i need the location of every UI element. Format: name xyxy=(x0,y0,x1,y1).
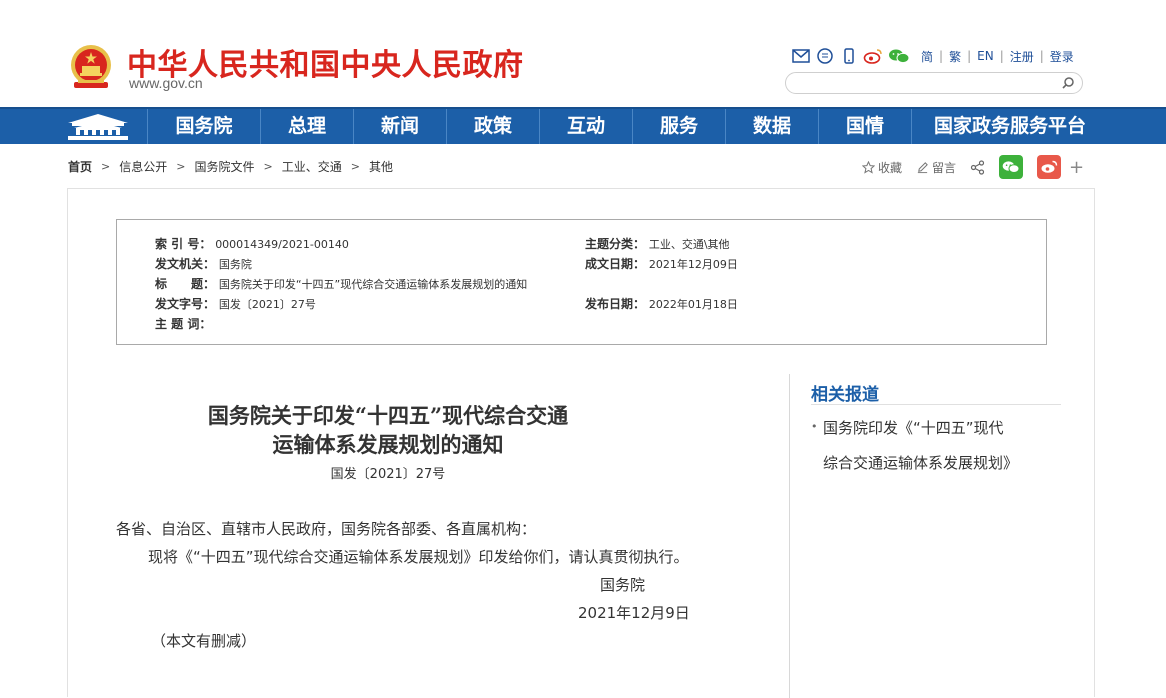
lang-english-link[interactable]: EN xyxy=(971,49,1000,63)
search-input[interactable] xyxy=(796,75,1056,91)
favorite-button[interactable]: 收藏 xyxy=(862,159,902,176)
breadcrumb-info-disclosure[interactable]: 信息公开 xyxy=(119,158,167,175)
article-salutation: 各省、自治区、直辖市人民政府，国务院各部委、各直属机构： xyxy=(116,520,537,538)
article-date: 2021年12月9日 xyxy=(578,604,690,622)
article-title-line2: 运输体系发展规划的通知 xyxy=(272,432,504,457)
search-icon[interactable] xyxy=(1060,75,1076,91)
share-weibo-button[interactable] xyxy=(1037,155,1062,179)
breadcrumb-state-council-docs[interactable]: 国务院文件 xyxy=(194,158,254,175)
meta-issuer-label: 发文机关： xyxy=(155,257,216,271)
pencil-icon xyxy=(917,161,928,173)
nav-item-policy[interactable]: 政策 xyxy=(446,109,539,144)
nav-item-gov-service-platform[interactable]: 国家政务服务平台 xyxy=(911,109,1108,144)
chevron-right-icon: > xyxy=(263,159,273,173)
star-icon xyxy=(862,160,875,174)
share-wechat-button[interactable] xyxy=(999,155,1024,179)
meta-index-label: 索 引 号： xyxy=(155,237,212,251)
meta-pub-date-value: 2022年01月18日 xyxy=(648,298,738,311)
nav-item-data[interactable]: 数据 xyxy=(725,109,818,144)
nav-item-premier[interactable]: 总理 xyxy=(260,109,353,144)
chat-icon[interactable] xyxy=(815,46,835,66)
nav-item-national-info[interactable]: 国情 xyxy=(818,109,911,144)
article-body: 现将《“十四五”现代综合交通运输体系发展规划》印发给你们，请认真贯彻执行。 xyxy=(148,548,689,566)
lang-traditional-link[interactable]: 繁 xyxy=(943,48,967,65)
related-reports-title: 相关报道 xyxy=(811,385,879,405)
meta-date-written-value: 2021年12月09日 xyxy=(648,258,738,271)
article-title-line1: 国务院关于印发“十四五”现代综合交通 xyxy=(207,403,569,428)
favorite-label: 收藏 xyxy=(878,160,903,175)
meta-date-written-label: 成文日期： xyxy=(585,257,646,271)
meta-title-value: 国务院关于印发“十四五”现代综合交通运输体系发展规划的通知 xyxy=(218,278,528,291)
related-report-link[interactable]: 国务院印发《“十四五”现代 综合交通运输体系发展规划》 xyxy=(811,409,1061,481)
mail-icon[interactable] xyxy=(791,46,811,66)
document-metadata-table: 索 引 号： 000014349/2021-00140 主题分类： 工业、交通\… xyxy=(116,219,1047,345)
wechat-icon[interactable] xyxy=(887,46,911,66)
share-button[interactable] xyxy=(970,159,985,175)
breadcrumb-other[interactable]: 其他 xyxy=(369,158,393,175)
search-box xyxy=(785,72,1083,94)
nav-item-state-council[interactable]: 国务院 xyxy=(147,109,260,144)
main-nav: 国务院 总理 新闻 政策 互动 服务 数据 国情 国家政务服务平台 xyxy=(0,107,1166,144)
nav-item-services[interactable]: 服务 xyxy=(632,109,725,144)
page-tools: 收藏 留言 + xyxy=(862,155,1084,179)
meta-category-value: 工业、交通\其他 xyxy=(648,238,730,251)
meta-doc-no-label: 发文字号： xyxy=(155,297,216,311)
login-link[interactable]: 登录 xyxy=(1044,48,1080,65)
article-signature: 国务院 xyxy=(600,576,646,594)
related-title-underline xyxy=(811,404,1061,405)
meta-doc-no-value: 国发〔2021〕27号 xyxy=(218,298,316,311)
chevron-right-icon: > xyxy=(350,159,360,173)
home-gate-icon[interactable] xyxy=(62,111,134,143)
article-note: （本文有删减） xyxy=(151,632,257,650)
meta-keywords-label: 主 题 词： xyxy=(155,317,212,331)
register-link[interactable]: 注册 xyxy=(1004,48,1040,65)
meta-pub-date-label: 发布日期： xyxy=(585,297,646,311)
site-header: 中华人民共和国中央人民政府 www.gov.cn 简 | 繁 | EN | 注册… xyxy=(0,0,1166,107)
related-report-line1: 国务院印发《“十四五”现代 xyxy=(823,419,1004,437)
site-url: www.gov.cn xyxy=(129,75,203,91)
lang-simplified-link[interactable]: 简 xyxy=(915,48,939,65)
chevron-right-icon: > xyxy=(101,159,111,173)
more-share-icon[interactable]: + xyxy=(1069,157,1084,178)
article-title: 国务院关于印发“十四五”现代综合交通 运输体系发展规划的通知 xyxy=(178,401,598,459)
breadcrumb-industry-transport[interactable]: 工业、交通 xyxy=(282,158,342,175)
breadcrumb-home[interactable]: 首页 xyxy=(68,158,92,175)
meta-category-label: 主题分类： xyxy=(585,237,646,251)
national-emblem-icon[interactable] xyxy=(68,44,114,92)
meta-title-label: 标 题： xyxy=(155,277,216,291)
meta-index-value: 000014349/2021-00140 xyxy=(215,238,349,251)
weibo-icon[interactable] xyxy=(863,46,883,66)
article-doc-number: 国发〔2021〕27号 xyxy=(330,467,446,482)
chevron-right-icon: > xyxy=(176,159,186,173)
wechat-icon xyxy=(1002,161,1020,174)
related-report-line2: 综合交通运输体系发展规划》 xyxy=(823,454,1019,472)
weibo-icon xyxy=(1041,160,1058,173)
mobile-icon[interactable] xyxy=(839,46,859,66)
comment-label: 留言 xyxy=(932,160,957,175)
nav-item-news[interactable]: 新闻 xyxy=(353,109,446,144)
header-toolbar: 简 | 繁 | EN | 注册 | 登录 xyxy=(791,45,1080,67)
column-divider xyxy=(789,374,790,698)
meta-issuer-value: 国务院 xyxy=(218,258,252,271)
nav-item-interaction[interactable]: 互动 xyxy=(539,109,632,144)
share-icon xyxy=(970,159,985,175)
content-panel: 索 引 号： 000014349/2021-00140 主题分类： 工业、交通\… xyxy=(67,188,1095,698)
breadcrumb: 首页 > 信息公开 > 国务院文件 > 工业、交通 > 其他 xyxy=(68,158,393,174)
comment-button[interactable]: 留言 xyxy=(916,159,956,176)
